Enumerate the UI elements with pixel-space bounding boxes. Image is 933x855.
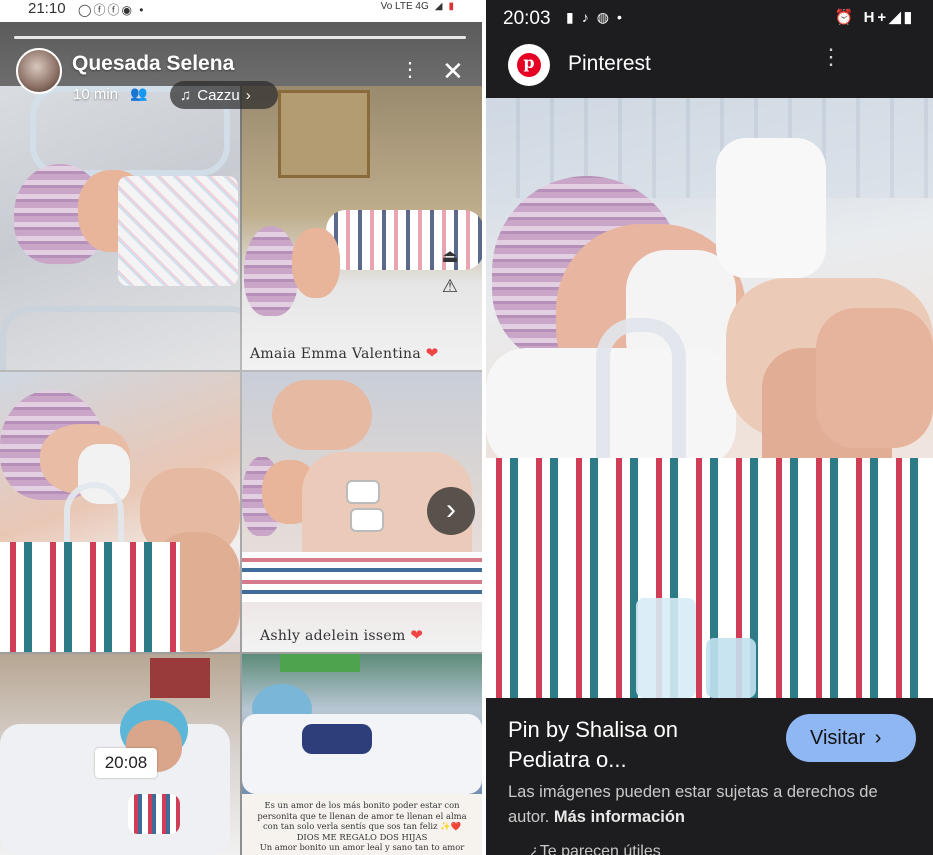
story-progress-bar — [14, 36, 466, 39]
status-right: Vo LTE 4G ◢ ▮ — [381, 1, 454, 12]
app-icon: ◍ — [596, 9, 617, 25]
more-options-icon[interactable]: ⋮ — [400, 60, 420, 80]
quote-line: Un amor bonito un amor leal y sano tan t… — [259, 842, 465, 852]
battery-icon: ▮ — [448, 1, 454, 12]
battery-icon: ▮ — [903, 9, 915, 26]
facebook-icon: ⓕ — [93, 3, 108, 17]
quote-text-box: Es un amor de los más bonito poder estar… — [242, 794, 482, 855]
music-chip-label: Cazzu — [197, 86, 240, 104]
quote-line: personita que te llenan de amor te llena… — [257, 810, 467, 821]
story-elapsed-time: 10 min — [73, 86, 119, 103]
network-label: Vo LTE 4G — [380, 1, 429, 12]
status-bar: 21:10 ◯ⓕⓕ◉ • Vo LTE 4G ◢ ▮ — [0, 0, 482, 22]
chevron-right-icon: › — [245, 86, 251, 104]
pin-title-line: Pin by Shalisa on — [508, 717, 678, 742]
time-badge: 20:08 — [95, 748, 157, 778]
photo-tile-2: ⏏ ⚠ Amaia Emma Valentina ❤ — [242, 86, 482, 370]
pin-title-line: Pediatra o... — [508, 747, 627, 772]
visit-button[interactable]: Visitar › — [786, 714, 916, 762]
pinterest-panel: 20:03 ▮♪◍• ⏰ H+◢▮ p Pinterest ⋮ Pin by S… — [486, 0, 933, 855]
close-friends-icon: 👥 — [130, 85, 148, 101]
copyright-disclaimer: Las imágenes pueden estar sujetas a dere… — [508, 780, 918, 830]
photo-tile-6 — [242, 654, 482, 794]
story-username[interactable]: Quesada Selena — [72, 52, 234, 76]
quote-line: DIOS ME REGALO DOS HIJAS — [296, 831, 428, 842]
status-bar: 20:03 ▮♪◍• ⏰ H+◢▮ — [486, 0, 933, 36]
heart-icon: ❤ — [410, 626, 424, 644]
messenger-icon: ◉ — [121, 3, 134, 17]
app-title: Pinterest — [568, 52, 651, 75]
visit-button-label: Visitar — [810, 727, 866, 749]
tiktok-icon: ♪ — [581, 9, 597, 25]
status-time: 21:10 — [28, 0, 66, 17]
story-avatar[interactable] — [16, 48, 62, 94]
story-panel: ⏏ ⚠ Amaia Emma Valentina ❤ Ashly adelein… — [0, 0, 482, 855]
whatsapp-icon: ◯ — [78, 3, 94, 17]
next-story-button[interactable]: › — [427, 487, 475, 535]
notification-icons: ▮♪◍• — [566, 9, 630, 25]
more-options-icon[interactable]: ⋮ — [820, 46, 842, 68]
signal-icon: ◢ — [889, 9, 904, 26]
pin-image[interactable] — [486, 98, 933, 698]
music-chip[interactable]: ♫ Cazzu › — [170, 81, 278, 109]
chevron-right-icon: › — [874, 727, 882, 749]
signal-icon: ◢ — [434, 1, 443, 12]
music-note-icon: ♫ — [180, 86, 192, 104]
network-label: H+ — [863, 9, 890, 26]
more-info-link[interactable]: Más información — [554, 808, 685, 826]
caption-amaia: Amaia Emma Valentina ❤ — [250, 344, 439, 362]
notification-icons: ◯ⓕⓕ◉ • — [78, 3, 146, 17]
helpful-prompt: ¿Te parecen útiles — [530, 843, 661, 855]
warning-icon: ⚠ — [441, 276, 459, 296]
photo-tile-3 — [0, 372, 240, 652]
pinterest-logo-icon: p — [508, 44, 550, 86]
app-header: p Pinterest ⋮ — [486, 36, 933, 98]
status-time: 20:03 — [503, 8, 551, 29]
close-icon[interactable]: ✕ — [442, 58, 464, 84]
alarm-icon: ⏰ — [834, 9, 857, 26]
heart-icon: ❤ — [425, 344, 439, 362]
pin-title[interactable]: Pin by Shalisa on Pediatra o... — [508, 715, 748, 775]
caption-ashly: Ashly adelein issem ❤ — [260, 626, 424, 644]
quote-line: con tan solo verla sentís que sos tan fe… — [262, 821, 462, 831]
quote-line: Es un amor de los más bonito poder estar… — [264, 800, 460, 810]
status-right: ⏰ H+◢▮ — [835, 8, 915, 26]
warning-icon: ⏏ — [441, 246, 459, 266]
battery-saver-icon: ▮ — [566, 9, 582, 25]
photo-tile-1 — [0, 86, 240, 370]
facebook-icon: ⓕ — [107, 3, 122, 17]
